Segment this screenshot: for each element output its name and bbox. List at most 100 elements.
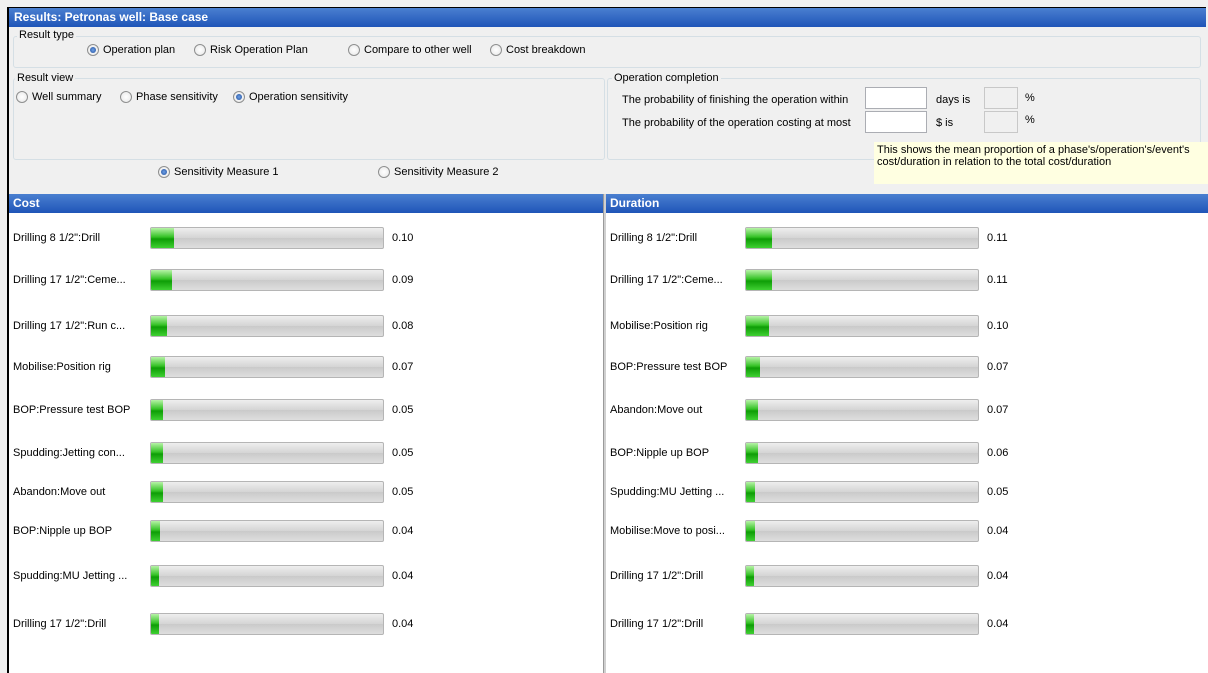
result-view-legend: Result view (15, 72, 76, 84)
cost-progress-fill (151, 521, 160, 541)
cost-progress-bar (150, 613, 384, 635)
cost-progress-bar (150, 520, 384, 542)
cost-row: Drilling 17 1/2":Ceme... 0.09 (9, 269, 603, 291)
duration-progress-bar (745, 520, 979, 542)
cost-row: BOP:Pressure test BOP 0.05 (9, 399, 603, 421)
cost-panel-header: Cost (9, 194, 603, 213)
duration-row-value: 0.04 (987, 618, 1009, 630)
cost-row-value: 0.10 (392, 232, 414, 244)
duration-row-value: 0.04 (987, 570, 1009, 582)
cost-row-value: 0.07 (392, 361, 414, 373)
cost-row-value: 0.05 (392, 486, 414, 498)
radio-unselected-icon (16, 91, 28, 103)
cost-progress-fill (151, 270, 172, 290)
cost-row-label: Drilling 17 1/2":Drill (13, 618, 107, 630)
duration-progress-bar (745, 356, 979, 378)
duration-row-label: Mobilise:Move to posi... (610, 525, 725, 537)
duration-row-value: 0.05 (987, 486, 1009, 498)
duration-row: Abandon:Move out 0.07 (606, 399, 1208, 421)
duration-progress-bar (745, 227, 979, 249)
radio-compare-well[interactable]: Compare to other well (348, 44, 472, 56)
duration-row: BOP:Nipple up BOP 0.06 (606, 442, 1208, 464)
cost-progress-bar (150, 399, 384, 421)
radio-phase-sensitivity[interactable]: Phase sensitivity (120, 91, 218, 103)
cost-progress-bar (150, 269, 384, 291)
cost-percent-label: % (1025, 114, 1035, 126)
duration-panel-header: Duration (606, 194, 1208, 213)
duration-progress-fill (746, 357, 760, 377)
cost-progress-fill (151, 357, 165, 377)
radio-unselected-icon (194, 44, 206, 56)
duration-row-label: Drilling 17 1/2":Ceme... (610, 274, 723, 286)
finish-probability-label: The probability of finishing the operati… (622, 94, 849, 106)
cost-unit-label: $ is (936, 117, 954, 129)
duration-row-label: BOP:Pressure test BOP (610, 361, 728, 373)
radio-cost-breakdown[interactable]: Cost breakdown (490, 44, 586, 56)
radio-operation-sensitivity[interactable]: Operation sensitivity (233, 91, 348, 103)
cost-row: Spudding:MU Jetting ... 0.04 (9, 565, 603, 587)
radio-risk-operation-plan[interactable]: Risk Operation Plan (194, 44, 308, 56)
cost-row: Drilling 17 1/2":Run c... 0.08 (9, 315, 603, 337)
cost-progress-bar (150, 442, 384, 464)
cost-probability-label: The probability of the operation costing… (622, 117, 851, 129)
duration-progress-fill (746, 482, 755, 502)
cost-row-label: Drilling 17 1/2":Run c... (13, 320, 126, 332)
cost-row-value: 0.04 (392, 618, 414, 630)
duration-progress-fill (746, 443, 758, 463)
duration-row-label: Drilling 8 1/2":Drill (610, 232, 698, 244)
cost-progress-fill (151, 482, 163, 502)
duration-row: Mobilise:Move to posi... 0.04 (606, 520, 1208, 542)
cost-row: Drilling 8 1/2":Drill 0.10 (9, 227, 603, 249)
duration-progress-fill (746, 270, 772, 290)
cost-row-value: 0.05 (392, 447, 414, 459)
cost-probability-output (984, 111, 1018, 133)
radio-unselected-icon (378, 166, 390, 178)
duration-row-label: Mobilise:Position rig (610, 320, 708, 332)
radio-unselected-icon (120, 91, 132, 103)
cost-input[interactable] (865, 111, 927, 133)
cost-row-value: 0.04 (392, 570, 414, 582)
result-type-group (13, 36, 1201, 68)
days-unit-label: days is (936, 94, 971, 106)
radio-selected-icon (158, 166, 170, 178)
results-window: Results: Petronas well: Base case Result… (7, 7, 1208, 673)
cost-row-label: Mobilise:Position rig (13, 361, 111, 373)
radio-well-summary[interactable]: Well summary (16, 91, 101, 103)
duration-progress-bar (745, 269, 979, 291)
cost-row-label: Drilling 8 1/2":Drill (13, 232, 101, 244)
duration-row: Drilling 17 1/2":Ceme... 0.11 (606, 269, 1208, 291)
duration-row-label: BOP:Nipple up BOP (610, 447, 710, 459)
duration-row-value: 0.10 (987, 320, 1009, 332)
duration-progress-bar (745, 442, 979, 464)
duration-row: Spudding:MU Jetting ... 0.05 (606, 481, 1208, 503)
operation-completion-legend: Operation completion (612, 72, 721, 84)
days-percent-label: % (1025, 92, 1035, 104)
duration-progress-fill (746, 521, 755, 541)
cost-row-label: BOP:Nipple up BOP (13, 525, 113, 537)
radio-operation-plan[interactable]: Operation plan (87, 44, 175, 56)
radio-sensitivity-measure-1[interactable]: Sensitivity Measure 1 (158, 166, 279, 178)
cost-progress-bar (150, 356, 384, 378)
duration-row-value: 0.04 (987, 525, 1009, 537)
duration-progress-fill (746, 400, 758, 420)
cost-row-label: Spudding:MU Jetting ... (13, 570, 128, 582)
cost-row-label: Spudding:Jetting con... (13, 447, 125, 459)
duration-progress-fill (746, 228, 772, 248)
duration-row-value: 0.11 (987, 232, 1008, 244)
sensitivity-info-note: This shows the mean proportion of a phas… (874, 142, 1208, 184)
days-input[interactable] (865, 87, 927, 109)
cost-progress-bar (150, 481, 384, 503)
duration-row-value: 0.07 (987, 404, 1009, 416)
radio-sensitivity-measure-2[interactable]: Sensitivity Measure 2 (378, 166, 499, 178)
cost-progress-fill (151, 443, 163, 463)
radio-selected-icon (87, 44, 99, 56)
cost-row: BOP:Nipple up BOP 0.04 (9, 520, 603, 542)
cost-row-label: Abandon:Move out (13, 486, 106, 498)
cost-row-value: 0.05 (392, 404, 414, 416)
duration-row: Drilling 17 1/2":Drill 0.04 (606, 565, 1208, 587)
cost-row-label: BOP:Pressure test BOP (13, 404, 131, 416)
duration-row: BOP:Pressure test BOP 0.07 (606, 356, 1208, 378)
cost-row: Spudding:Jetting con... 0.05 (9, 442, 603, 464)
controls-area: Result type Operation plan Risk Operatio… (9, 27, 1208, 194)
duration-panel: Duration Drilling 8 1/2":Drill 0.11 Drilli… (606, 194, 1208, 673)
